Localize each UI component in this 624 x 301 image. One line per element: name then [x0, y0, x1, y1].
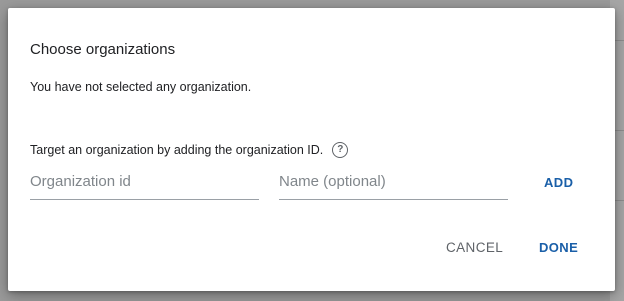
- dialog-title: Choose organizations: [30, 41, 176, 58]
- organization-id-input[interactable]: [30, 169, 259, 193]
- organization-name-field: [279, 169, 508, 200]
- empty-selection-message: You have not selected any organization.: [30, 80, 252, 94]
- choose-organizations-dialog: Choose organizations You have not select…: [8, 8, 615, 291]
- help-icon[interactable]: ?: [332, 142, 349, 158]
- add-button[interactable]: ADD: [544, 175, 573, 191]
- target-organization-label: Target an organization by adding the org…: [30, 142, 349, 158]
- target-organization-text: Target an organization by adding the org…: [30, 143, 324, 157]
- organization-name-input[interactable]: [279, 169, 508, 193]
- organization-id-field: [30, 169, 259, 200]
- done-button[interactable]: DONE: [539, 240, 578, 256]
- cancel-button[interactable]: CANCEL: [446, 240, 503, 256]
